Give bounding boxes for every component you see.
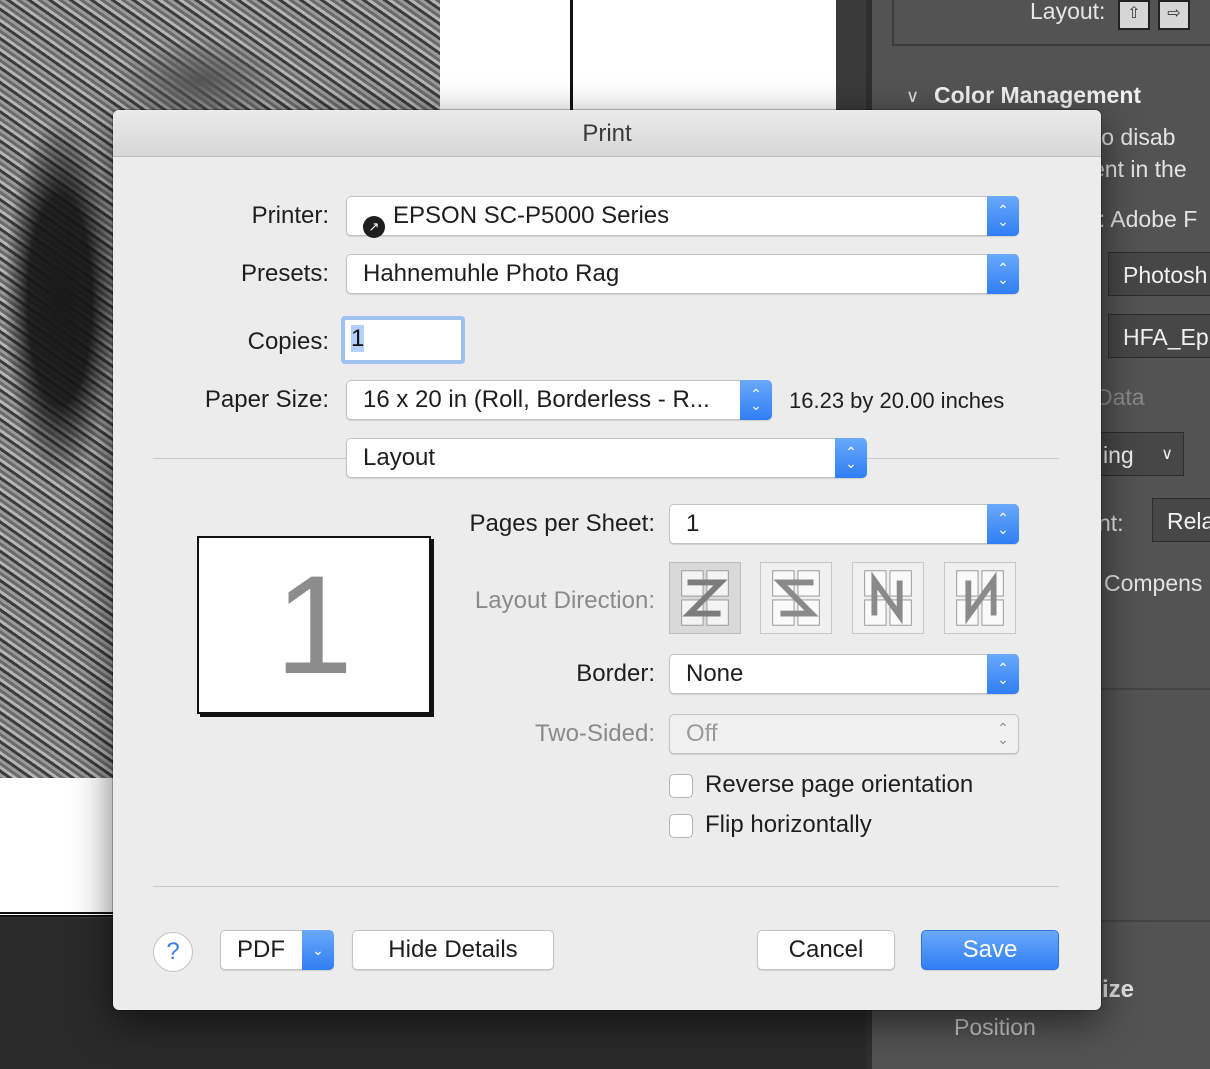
- presets-label: Presets:: [240, 260, 329, 287]
- color-management-heading[interactable]: Color Management: [934, 82, 1141, 109]
- layout-direction-s-button[interactable]: [760, 562, 832, 634]
- s-direction-icon: [772, 570, 820, 626]
- up-down-arrows-icon: ⌃ ⌄: [987, 196, 1019, 236]
- hide-details-button[interactable]: Hide Details: [352, 930, 554, 970]
- background-document-left: [0, 778, 120, 917]
- up-down-arrows-icon: ⌃ ⌄: [835, 438, 867, 478]
- two-sided-label: Two-Sided:: [534, 720, 655, 747]
- preview-page-number: 1: [275, 546, 353, 703]
- copies-field[interactable]: 1: [341, 316, 465, 364]
- document-divider: [570, 0, 573, 112]
- landscape-layout-icon[interactable]: ⇨: [1158, 0, 1190, 30]
- up-down-arrows-icon: ⌃ ⌄: [997, 720, 1009, 747]
- up-down-arrows-icon: ⌃ ⌄: [987, 254, 1019, 294]
- layout-direction-label: Layout Direction:: [474, 587, 655, 614]
- flip-horizontally-label[interactable]: Flip horizontally: [705, 811, 872, 839]
- pdf-menu-button[interactable]: PDF ⌄: [220, 930, 334, 970]
- pages-per-sheet-label: Pages per Sheet:: [469, 510, 655, 537]
- background-document-top: [440, 0, 836, 112]
- panel-layout-row: Layout: ⇧ ⇨: [892, 0, 1210, 46]
- presets-popup[interactable]: Hahnemuhle Photo Rag ⌃ ⌄: [346, 254, 1019, 294]
- paper-size-label: Paper Size:: [204, 386, 329, 413]
- printer-profile-field[interactable]: HFA_Ep: [1108, 314, 1210, 358]
- panel-text-fragment: ent in the: [1092, 156, 1187, 182]
- section-popup[interactable]: Layout ⌃ ⌄: [346, 438, 867, 478]
- pdf-label: PDF: [237, 936, 285, 963]
- printer-popup[interactable]: ↗ EPSON SC-P5000 Series ⌃ ⌄: [346, 196, 1019, 238]
- layout-direction-n-reverse-button[interactable]: [852, 562, 924, 634]
- reverse-orientation-checkbox[interactable]: [669, 774, 693, 798]
- paper-size-value: 16 x 20 in (Roll, Borderless - R...: [363, 386, 710, 413]
- paper-size-description: 16.23 by 20.00 inches: [789, 388, 1005, 413]
- two-sided-popup[interactable]: Off ⌃ ⌄: [669, 714, 1019, 754]
- border-value: None: [686, 660, 744, 687]
- flip-horizontally-checkbox[interactable]: [669, 814, 693, 838]
- presets-value: Hahnemuhle Photo Rag: [363, 260, 620, 287]
- layout-direction-z-button[interactable]: [669, 562, 741, 634]
- print-dialog: Print Printer: ↗ EPSON SC-P5000 Series ⌃ ⌄…: [113, 110, 1101, 1010]
- pages-per-sheet-popup[interactable]: 1 ⌃ ⌄: [669, 504, 1019, 544]
- panel-text-fragment: nt:: [1098, 510, 1124, 536]
- copies-label: Copies:: [247, 328, 329, 355]
- layout-direction-n-button[interactable]: [944, 562, 1016, 634]
- pages-per-sheet-value: 1: [686, 510, 700, 537]
- reverse-orientation-label[interactable]: Reverse page orientation: [705, 771, 973, 799]
- page-preview: 1: [197, 536, 431, 714]
- copies-value: 1: [351, 325, 365, 352]
- panel-text-fragment: Compens: [1104, 570, 1203, 596]
- printer-label: Printer:: [251, 202, 329, 229]
- rendering-value: ing: [1103, 442, 1134, 468]
- border-popup[interactable]: None ⌃ ⌄: [669, 654, 1019, 694]
- up-down-arrows-icon: ⌃ ⌄: [987, 504, 1019, 544]
- border-label: Border:: [576, 660, 655, 687]
- n-reverse-direction-icon: [864, 570, 912, 626]
- portrait-layout-icon[interactable]: ⇧: [1118, 0, 1150, 30]
- save-button[interactable]: Save: [921, 930, 1059, 970]
- printer-value: EPSON SC-P5000 Series: [393, 202, 670, 229]
- panel-text-fragment: ize: [1102, 976, 1135, 1003]
- chevron-down-icon: ∨: [1161, 446, 1173, 463]
- panel-layout-label: Layout:: [1030, 0, 1106, 24]
- dialog-title: Print: [113, 110, 1101, 157]
- panel-text-fragment: Data: [1096, 384, 1145, 410]
- printer-status-icon: ↗: [363, 215, 385, 238]
- cancel-button[interactable]: Cancel: [757, 930, 895, 970]
- z-direction-icon: [681, 570, 729, 626]
- footer-divider: [153, 886, 1059, 887]
- two-sided-value: Off: [686, 720, 718, 747]
- color-handling-field[interactable]: Photosh: [1108, 252, 1210, 296]
- panel-position-label: Position: [954, 1014, 1036, 1040]
- section-popup-value: Layout: [363, 444, 436, 471]
- chevron-down-icon[interactable]: ∨: [906, 86, 919, 107]
- up-down-arrows-icon: ⌃ ⌄: [740, 380, 772, 420]
- panel-text-fragment: e: Adobe F: [1086, 206, 1198, 232]
- paper-size-popup[interactable]: 16 x 20 in (Roll, Borderless - R... ⌃ ⌄: [346, 380, 772, 420]
- up-down-arrows-icon: ⌃ ⌄: [987, 654, 1019, 694]
- rendering-intent-field[interactable]: Rela: [1152, 498, 1210, 542]
- chevron-down-icon: ⌄: [302, 930, 334, 970]
- help-button[interactable]: ?: [153, 932, 193, 972]
- n-direction-icon: [956, 570, 1004, 626]
